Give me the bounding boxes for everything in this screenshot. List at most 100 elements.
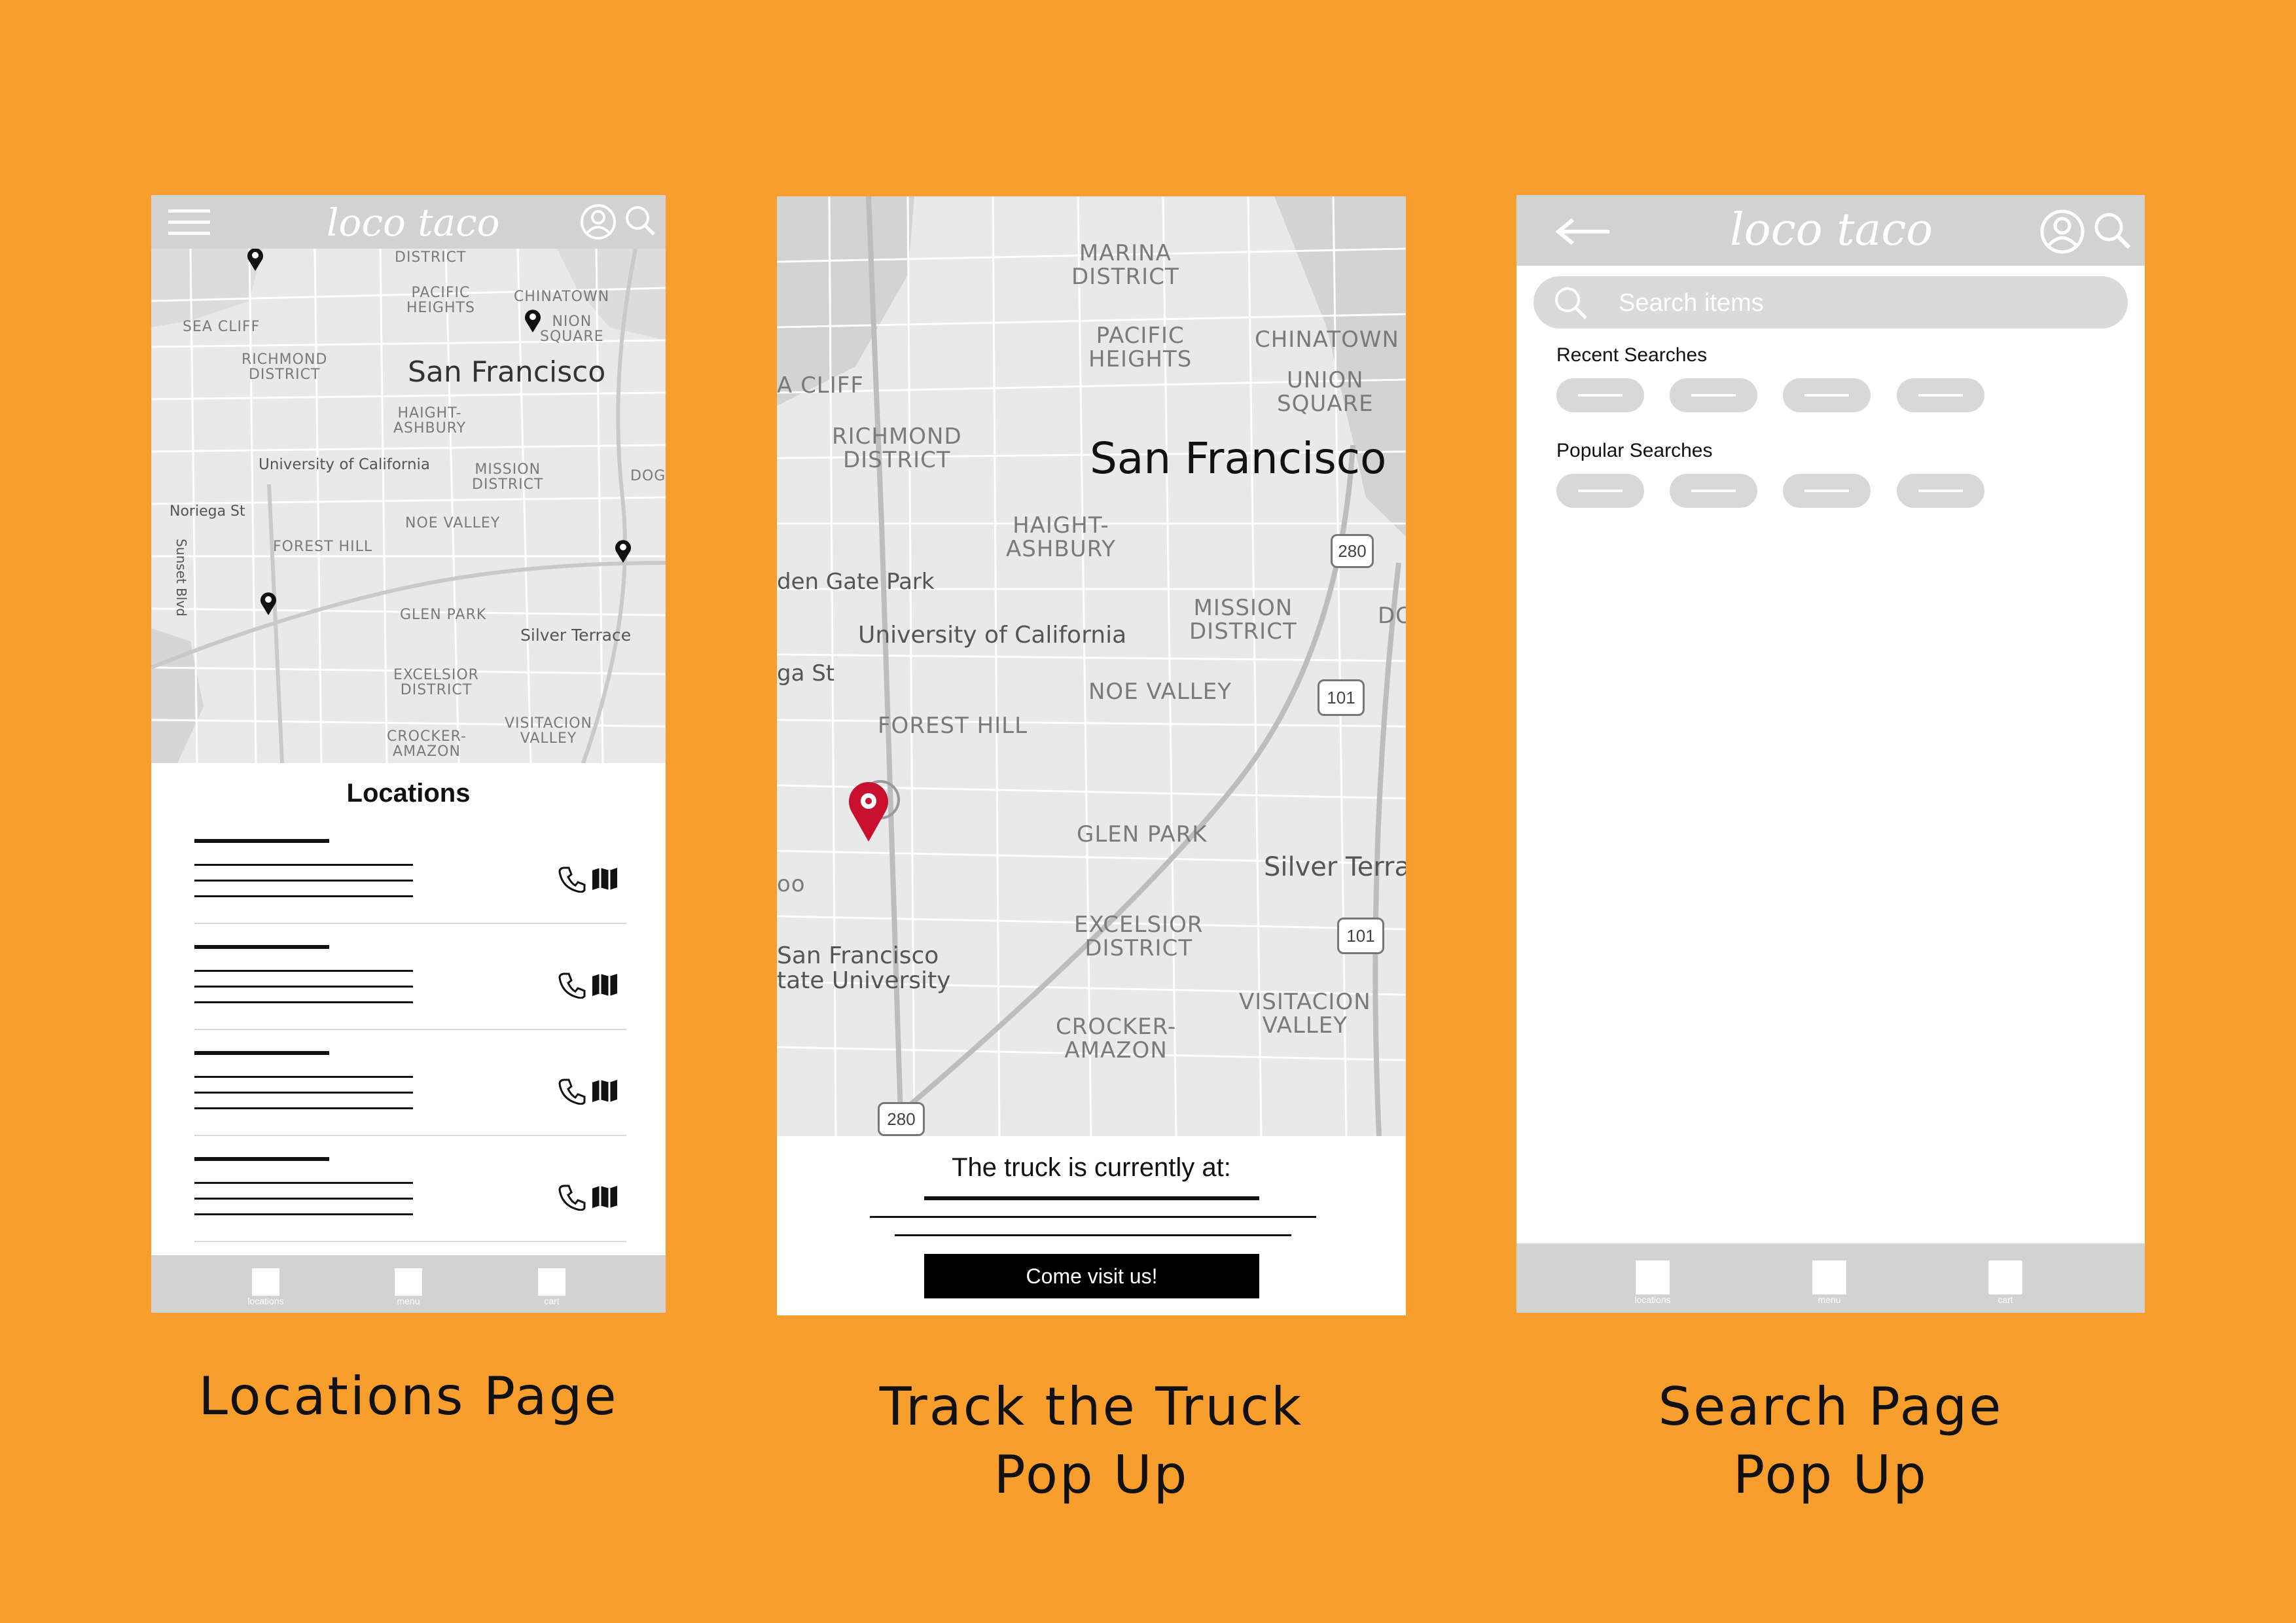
location-row[interactable] — [194, 945, 626, 1037]
map-label: San Francisco tate University — [777, 942, 951, 994]
location-title-line — [194, 945, 329, 949]
map-label: FOREST HILL — [273, 539, 373, 555]
map-label: UNION SQUARE — [1277, 367, 1374, 417]
location-title-line — [194, 839, 329, 843]
caption-text: Locations Page — [198, 1366, 619, 1427]
map-label: University of California — [858, 622, 1127, 649]
search-screen: loco taco #screen-search input::placehol… — [1516, 195, 2145, 1313]
bottom-nav: locations menu cart — [1516, 1243, 2145, 1313]
map-label: DO — [1378, 603, 1406, 629]
track-caption: Track the Truck Pop Up — [777, 1373, 1406, 1509]
map-label: University of California — [259, 456, 431, 473]
caption-text: Pop Up — [1733, 1444, 1928, 1505]
location-title-line — [194, 1051, 329, 1055]
search-input[interactable] — [1617, 285, 2104, 321]
come-visit-button[interactable]: Come visit us! — [924, 1254, 1259, 1298]
popular-searches-title: Popular Searches — [1556, 440, 1713, 461]
map-label: FOREST HILL — [878, 713, 1028, 739]
nav-cart[interactable]: cart — [1973, 1260, 2038, 1305]
truck-location-pin-icon[interactable] — [842, 776, 905, 844]
recent-search-chip[interactable] — [1670, 378, 1757, 412]
phone-icon[interactable] — [558, 865, 586, 893]
recent-search-chip[interactable] — [1897, 378, 1984, 412]
nav-menu[interactable]: menu — [1797, 1260, 1862, 1305]
locations-caption: Locations Page — [151, 1363, 666, 1431]
map-label: CHINATOWN — [514, 289, 610, 305]
search-icon[interactable] — [2092, 211, 2132, 250]
map-label: San Francisco — [408, 355, 606, 389]
nav-locations[interactable]: locations — [236, 1268, 295, 1306]
location-detail-line — [194, 1107, 413, 1109]
location-pin-icon[interactable] — [613, 538, 633, 564]
search-bar[interactable] — [1534, 276, 2128, 329]
row-separator — [194, 1241, 626, 1242]
location-pin-icon[interactable] — [259, 590, 278, 616]
map-label: Silver Terra — [1264, 852, 1406, 882]
back-arrow-icon[interactable] — [1556, 219, 1611, 245]
locations-heading: Locations — [346, 779, 471, 808]
map-icon[interactable] — [591, 972, 619, 997]
account-icon[interactable] — [2039, 208, 2086, 255]
location-row[interactable] — [194, 839, 626, 931]
bottom-nav: locations menu cart — [151, 1255, 666, 1313]
location-detail-line — [194, 864, 413, 866]
popular-search-chip[interactable] — [1670, 474, 1757, 508]
search-icon — [1555, 287, 1587, 319]
map-icon[interactable] — [591, 866, 619, 891]
location-pin-icon[interactable] — [245, 249, 265, 272]
search-icon[interactable] — [624, 204, 656, 237]
location-detail-line — [194, 986, 413, 988]
nav-label: cart — [1998, 1294, 2013, 1305]
location-detail-line — [194, 880, 413, 882]
location-detail-line — [194, 1001, 413, 1003]
highway-101-shield: 101 — [1318, 679, 1365, 716]
highway-101-shield: 101 — [1337, 918, 1384, 954]
popular-search-chip[interactable] — [1897, 474, 1984, 508]
map-label: EXCELSIOR DISTRICT — [393, 667, 479, 699]
row-separator — [194, 1135, 626, 1136]
location-row[interactable] — [194, 1157, 626, 1249]
map-label: Noriega St — [170, 503, 245, 520]
nav-menu[interactable]: menu — [379, 1268, 438, 1306]
popular-search-chip[interactable] — [1783, 474, 1871, 508]
address-line — [895, 1234, 1291, 1236]
location-detail-line — [194, 1182, 413, 1184]
map-label: den Gate Park — [777, 569, 935, 595]
map-label: NION SQUARE — [540, 313, 604, 346]
location-detail-line — [194, 1092, 413, 1094]
locations-map[interactable]: DISTRICT SEA CLIFF PACIFIC HEIGHTS CHINA… — [151, 249, 666, 763]
hamburger-menu-icon[interactable] — [168, 208, 210, 237]
location-detail-line — [194, 1076, 413, 1078]
map-label: MISSION DISTRICT — [472, 461, 544, 493]
caption-text: Search Page — [1658, 1376, 2003, 1437]
map-label: San Francisco — [1090, 433, 1387, 484]
location-row[interactable] — [194, 1051, 626, 1143]
map-label: VISITACION VALLEY — [1239, 989, 1371, 1039]
nav-locations[interactable]: locations — [1620, 1260, 1685, 1305]
search-caption: Search Page Pop Up — [1516, 1373, 2145, 1509]
location-pin-icon[interactable] — [523, 308, 543, 334]
account-icon[interactable] — [579, 203, 617, 241]
phone-icon[interactable] — [558, 971, 586, 999]
map-label: MARINA DISTRICT — [1071, 240, 1179, 290]
map-label: GLEN PARK — [400, 607, 487, 623]
map-icon[interactable] — [591, 1079, 619, 1103]
nav-cart[interactable]: cart — [522, 1268, 581, 1306]
track-map[interactable]: MARINA DISTRICT A CLIFF PACIFIC HEIGHTS … — [777, 196, 1406, 1136]
phone-icon[interactable] — [558, 1183, 586, 1211]
map-label: HAIGHT- ASHBURY — [1006, 512, 1116, 562]
logo: loco taco — [327, 200, 500, 245]
map-label: EXCELSIOR DISTRICT — [1074, 912, 1204, 961]
nav-label: locations — [247, 1296, 284, 1306]
map-icon[interactable] — [591, 1185, 619, 1209]
popular-search-chip[interactable] — [1556, 474, 1644, 508]
recent-search-chip[interactable] — [1556, 378, 1644, 412]
map-label: Sunset Blvd — [173, 539, 189, 616]
location-title-line — [194, 1157, 329, 1161]
recent-search-chip[interactable] — [1783, 378, 1871, 412]
highway-280-shield: 280 — [878, 1102, 925, 1136]
map-label: RICHMOND DISTRICT — [832, 423, 962, 473]
map-label: CROCKER- AMAZON — [1056, 1014, 1177, 1063]
map-label: Silver Terrace — [520, 626, 632, 645]
phone-icon[interactable] — [558, 1077, 586, 1105]
